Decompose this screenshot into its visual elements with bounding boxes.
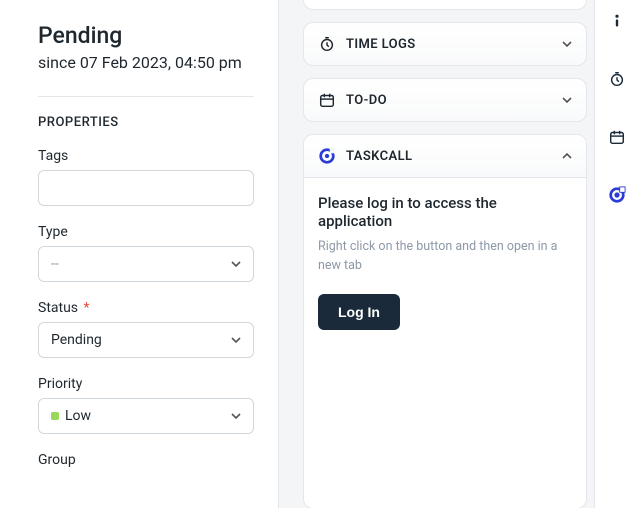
accordion-time-logs: TIME LOGS [303, 22, 587, 66]
chevron-down-icon [231, 259, 241, 269]
status-since: since 07 Feb 2023, 04:50 pm [38, 53, 254, 72]
time-logs-label: TIME LOGS [346, 37, 416, 52]
rail-timelog-button[interactable] [604, 66, 630, 92]
type-placeholder: -- [51, 256, 231, 272]
chevron-down-icon [562, 39, 572, 49]
taskcall-body: Please log in to access the application … [304, 178, 586, 508]
taskcall-icon [608, 186, 626, 204]
divider [38, 96, 254, 97]
login-button[interactable]: Log In [318, 294, 400, 330]
field-group: Group [38, 452, 254, 468]
priority-select[interactable]: Low [38, 398, 254, 434]
previous-card-edge [303, 0, 587, 10]
info-icon [609, 13, 625, 29]
taskcall-label: TASKCALL [346, 149, 412, 164]
priority-label: Priority [38, 376, 254, 392]
side-rail [594, 0, 638, 508]
rail-info-button[interactable] [604, 8, 630, 34]
todo-label: TO-DO [346, 93, 387, 108]
status-select[interactable]: Pending [38, 322, 254, 358]
main-area: TIME LOGS TO-DO [279, 0, 638, 508]
tags-label: Tags [38, 148, 254, 164]
calendar-icon [608, 128, 626, 146]
properties-panel: Pending since 07 Feb 2023, 04:50 pm PROP… [0, 0, 279, 508]
taskcall-icon [318, 147, 336, 165]
todo-header[interactable]: TO-DO [304, 79, 586, 121]
accordion-taskcall: TASKCALL Please log in to access the app… [303, 134, 587, 508]
field-type: Type -- [38, 224, 254, 282]
required-mark: * [84, 300, 90, 316]
rail-taskcall-button[interactable] [604, 182, 630, 208]
group-label: Group [38, 452, 254, 468]
rail-calendar-button[interactable] [604, 124, 630, 150]
time-logs-header[interactable]: TIME LOGS [304, 23, 586, 65]
stopwatch-icon [608, 70, 626, 88]
type-label: Type [38, 224, 254, 240]
priority-value-wrapper: Low [51, 408, 91, 424]
stopwatch-icon [318, 35, 336, 53]
calendar-icon [318, 91, 336, 109]
chevron-up-icon [562, 151, 572, 161]
field-priority: Priority Low [38, 376, 254, 434]
chevron-down-icon [231, 411, 241, 421]
field-tags: Tags [38, 148, 254, 206]
chevron-down-icon [562, 95, 572, 105]
status-label: Status * [38, 300, 254, 316]
tags-input[interactable] [38, 170, 254, 206]
status-value: Pending [51, 332, 231, 348]
taskcall-message-sub: Right click on the button and then open … [318, 238, 572, 276]
priority-dot-icon [51, 412, 59, 420]
taskcall-header[interactable]: TASKCALL [304, 135, 586, 178]
priority-value: Low [65, 408, 91, 424]
accordion-todo: TO-DO [303, 78, 587, 122]
field-status: Status * Pending [38, 300, 254, 358]
properties-section-label: PROPERTIES [38, 115, 254, 130]
type-select[interactable]: -- [38, 246, 254, 282]
chevron-down-icon [231, 335, 241, 345]
status-title: Pending [38, 22, 254, 49]
taskcall-message-title: Please log in to access the application [318, 194, 572, 230]
